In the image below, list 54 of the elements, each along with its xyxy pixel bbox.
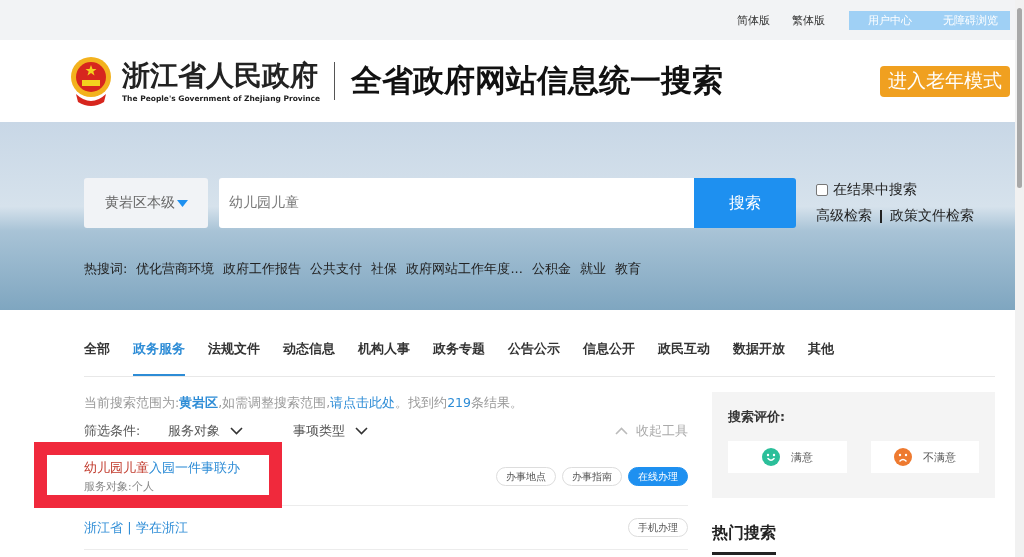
category-tab[interactable]: 其他 bbox=[808, 341, 834, 376]
chevron-up-icon bbox=[615, 427, 628, 435]
filter-dropdown[interactable]: 事项类型 bbox=[293, 422, 369, 440]
checkbox-label: 在结果中搜索 bbox=[833, 181, 917, 199]
emblem-icon bbox=[68, 56, 114, 106]
change-scope-link[interactable]: 请点击此处 bbox=[330, 395, 396, 410]
category-tab[interactable]: 政务服务 bbox=[133, 341, 185, 376]
result-title-link[interactable]: 浙江省 | 学在浙江 bbox=[84, 518, 188, 537]
hot-searches-heading: 热门搜索 bbox=[712, 523, 776, 555]
category-tab[interactable]: 机构人事 bbox=[358, 341, 410, 376]
hot-word-link[interactable]: 优化营商环境 bbox=[136, 260, 215, 278]
hot-word-link[interactable]: 政府网站工作年度... bbox=[406, 260, 523, 278]
search-option-link[interactable]: 高级检索 bbox=[816, 207, 872, 225]
rating-button[interactable]: 不满意 bbox=[871, 441, 979, 473]
category-tab[interactable]: 政民互动 bbox=[658, 341, 710, 376]
category-tab[interactable]: 公告公示 bbox=[508, 341, 560, 376]
hot-word-link[interactable]: 社保 bbox=[371, 260, 398, 278]
chevron-down-icon bbox=[355, 427, 369, 435]
result-subtitle: 服务对象:个人 bbox=[84, 480, 155, 494]
frown-icon bbox=[894, 448, 912, 466]
result-action-button[interactable]: 手机办理 bbox=[628, 518, 688, 537]
search-option-link[interactable]: 政策文件检索 bbox=[890, 207, 974, 225]
category-tab[interactable]: 政务专题 bbox=[433, 341, 485, 376]
category-tab[interactable]: 法规文件 bbox=[208, 341, 260, 376]
chevron-down-icon bbox=[230, 427, 244, 435]
scrollbar-thumb[interactable] bbox=[1017, 8, 1022, 188]
category-tab[interactable]: 全部 bbox=[84, 341, 110, 376]
language-link[interactable]: 繁体版 bbox=[792, 12, 825, 28]
checkbox[interactable] bbox=[816, 184, 828, 196]
category-tab[interactable]: 信息公开 bbox=[583, 341, 635, 376]
smiley-icon bbox=[762, 448, 780, 466]
result-action-button[interactable]: 办事地点 bbox=[496, 467, 556, 486]
rating-button[interactable]: 满意 bbox=[728, 441, 847, 473]
hot-word-link[interactable]: 政府工作报告 bbox=[223, 260, 302, 278]
result-title-link[interactable]: 幼儿园儿童入园一件事联办 bbox=[84, 459, 240, 477]
filter-dropdown[interactable]: 服务对象 bbox=[168, 422, 244, 440]
hot-word-link[interactable]: 就业 bbox=[579, 260, 606, 278]
org-name: 浙江省人民政府 bbox=[122, 59, 319, 92]
category-tab[interactable]: 动态信息 bbox=[283, 341, 335, 376]
scrollbar[interactable] bbox=[1015, 0, 1024, 557]
hot-word-link[interactable]: 公共支付 bbox=[310, 260, 363, 278]
language-link[interactable]: 简体版 bbox=[737, 12, 770, 28]
search-scope-text: 当前搜索范围为:黄岩区,如需调整搜索范围,请点击此处。找到约219条结果。 bbox=[84, 395, 525, 412]
category-tab[interactable]: 数据开放 bbox=[733, 341, 785, 376]
result-action-button[interactable]: 办事指南 bbox=[562, 467, 622, 486]
filter-label: 筛选条件: bbox=[84, 422, 141, 440]
hot-word-link[interactable]: 公积金 bbox=[531, 260, 571, 278]
search-field[interactable]: 幼儿园儿童 bbox=[219, 178, 694, 228]
rating-title: 搜索评价: bbox=[728, 409, 786, 426]
site-title: 全省政府网站信息统一搜索 bbox=[351, 61, 725, 100]
hot-word-link[interactable]: 教育 bbox=[614, 260, 641, 278]
region-dropdown[interactable]: 黄岩区本级 bbox=[84, 178, 208, 228]
caret-icon bbox=[176, 199, 188, 207]
hot-words-label: 热搜词: bbox=[84, 260, 128, 278]
